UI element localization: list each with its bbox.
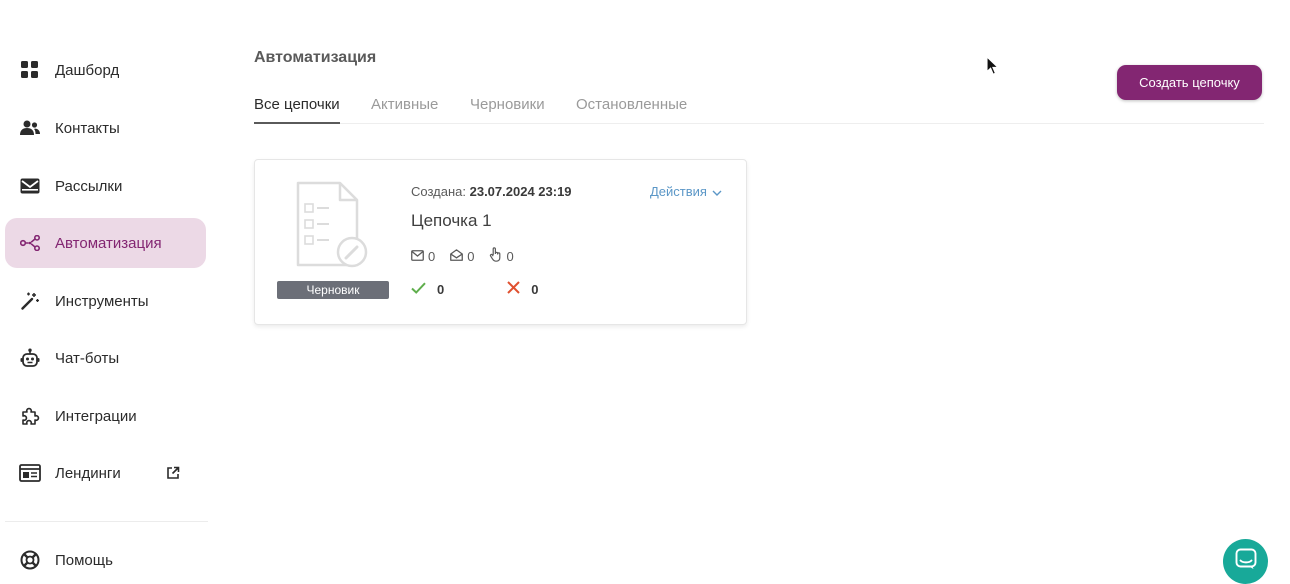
page-title: Автоматизация bbox=[254, 49, 377, 66]
sidebar-item-automation[interactable]: Автоматизация bbox=[5, 218, 206, 268]
envelope-open-icon bbox=[450, 248, 464, 264]
clicked-count: 0 bbox=[506, 248, 514, 264]
magic-wand-icon bbox=[19, 290, 41, 312]
sidebar-item-tools[interactable]: Инструменты bbox=[5, 276, 206, 326]
sidebar-item-contacts[interactable]: Контакты bbox=[5, 103, 206, 153]
created-label: Создана: bbox=[411, 184, 466, 199]
sent-count: 0 bbox=[428, 248, 436, 264]
sidebar-item-label: Чат-боты bbox=[55, 349, 120, 367]
puzzle-icon bbox=[19, 405, 41, 427]
chevron-down-icon bbox=[712, 184, 722, 199]
actions-label: Действия bbox=[650, 184, 707, 199]
lifebuoy-icon bbox=[19, 549, 41, 571]
sidebar-item-label: Автоматизация bbox=[55, 234, 162, 252]
sidebar-item-mailings[interactable]: Рассылки bbox=[5, 161, 206, 211]
sidebar-item-label: Инструменты bbox=[55, 292, 149, 310]
sidebar-item-label: Интеграции bbox=[55, 407, 137, 425]
created-date: Создана: 23.07.2024 23:19 bbox=[411, 184, 572, 199]
sidebar-item-chatbots[interactable]: Чат-боты bbox=[5, 333, 206, 383]
mouse-cursor-icon bbox=[986, 55, 1000, 76]
sidebar-item-dashboard[interactable]: Дашборд bbox=[5, 45, 206, 95]
success-count: 0 bbox=[437, 281, 445, 297]
tab-all-chains[interactable]: Все цепочки bbox=[254, 96, 340, 124]
chat-bubble-icon bbox=[1235, 548, 1257, 575]
tab-drafts[interactable]: Черновики bbox=[470, 96, 545, 123]
sidebar-item-help[interactable]: Помощь bbox=[5, 535, 206, 584]
actions-dropdown[interactable]: Действия bbox=[650, 184, 722, 199]
checkmark-icon bbox=[411, 282, 426, 297]
chain-card[interactable]: Черновик Создана: 23.07.2024 23:19 Дейст… bbox=[254, 159, 747, 325]
created-value: 23.07.2024 23:19 bbox=[469, 184, 572, 199]
tab-stopped[interactable]: Остановленные bbox=[576, 96, 687, 123]
mail-icon bbox=[19, 175, 41, 197]
opened-stat: 0 bbox=[450, 249, 474, 264]
dashboard-grid-icon bbox=[19, 59, 41, 81]
chain-stats: 0 0 0 bbox=[411, 247, 529, 265]
landing-page-icon bbox=[19, 462, 41, 484]
sidebar-item-label: Рассылки bbox=[55, 177, 123, 195]
chain-name[interactable]: Цепочка 1 bbox=[411, 211, 492, 231]
sidebar-item-label: Контакты bbox=[55, 119, 120, 137]
automation-share-icon bbox=[19, 232, 41, 254]
clicked-stat: 0 bbox=[489, 247, 514, 265]
external-link-icon bbox=[166, 466, 180, 480]
sent-stat: 0 bbox=[411, 249, 435, 264]
envelope-icon bbox=[411, 249, 424, 264]
support-chat-button[interactable] bbox=[1223, 539, 1268, 584]
sidebar-item-label: Помощь bbox=[55, 551, 113, 569]
contacts-people-icon bbox=[19, 117, 41, 139]
sidebar-item-integrations[interactable]: Интеграции bbox=[5, 391, 206, 441]
failed-result: 0 bbox=[507, 281, 538, 297]
failed-count: 0 bbox=[531, 281, 539, 297]
pointer-hand-icon bbox=[489, 247, 502, 265]
opened-count: 0 bbox=[467, 248, 475, 264]
robot-icon bbox=[19, 347, 41, 369]
tab-active[interactable]: Активные bbox=[371, 96, 438, 123]
sidebar-item-label: Лендинги bbox=[55, 464, 121, 482]
chain-results: 0 0 bbox=[411, 281, 538, 297]
sidebar-item-landings[interactable]: Лендинги bbox=[5, 448, 206, 498]
chain-tabs: Все цепочки Активные Черновики Остановле… bbox=[254, 96, 1264, 124]
sidebar: Дашборд Контакты Рассылки Автоматизация … bbox=[0, 0, 212, 584]
success-result: 0 bbox=[411, 282, 444, 297]
cross-icon bbox=[507, 281, 520, 297]
create-chain-button[interactable]: Создать цепочку bbox=[1117, 65, 1262, 100]
draft-document-icon bbox=[295, 180, 371, 270]
sidebar-item-label: Дашборд bbox=[55, 61, 120, 79]
sidebar-divider bbox=[5, 521, 208, 522]
status-badge: Черновик bbox=[277, 281, 389, 299]
